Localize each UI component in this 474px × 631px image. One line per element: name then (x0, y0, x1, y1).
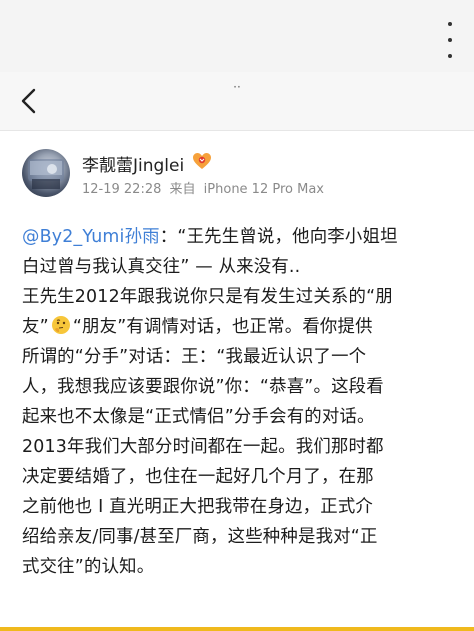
post-line: @By2_Yumi孙雨：“王先生曾说，他向李小姐坦 (22, 222, 458, 252)
more-options-icon[interactable] (442, 22, 458, 58)
post-device: iPhone 12 Pro Max (203, 182, 324, 197)
post-line: 人，我想我应该要跟你说”你：“恭喜”。这段看 (22, 377, 384, 397)
thinking-face-emoji (51, 315, 71, 335)
post-line-text: 友” (22, 317, 49, 337)
more-dot (448, 54, 452, 58)
accent-bar (0, 627, 474, 631)
post-line: 白过曾与我认真交往” — 从来没有.. (22, 257, 301, 277)
post-line: 友” “朋友”有调情对话，也正常。看你提供 (22, 312, 458, 342)
post-line: 决定要结婚了，也住在一起好几个月了，在那 (22, 467, 374, 487)
status-strip (0, 0, 474, 72)
post-line-text: ：“王先生曾说，他向李小姐坦 (159, 227, 398, 247)
more-dot (448, 38, 452, 42)
post-line: 式交往”的认知。 (22, 557, 155, 577)
post-line: 绍给亲友/同事/甚至厂商，这些种种是我对“正 (22, 527, 378, 547)
post-line-text: “朋友”有调情对话，也正常。看你提供 (72, 317, 373, 337)
user-mention-link[interactable]: @By2_Yumi孙雨 (22, 227, 160, 247)
vip-badge-icon (192, 152, 212, 170)
post-source-prefix: 来自 (169, 182, 196, 197)
post-body: @By2_Yumi孙雨：“王先生曾说，他向李小姐坦 白过曾与我认真交往” — 从… (22, 222, 458, 582)
nav-title: ·· (233, 80, 241, 94)
post-meta: 12-19 22:28 来自 iPhone 12 Pro Max (82, 178, 328, 197)
post-line: 王先生2012年跟我说你只是有发生过关系的“朋 (22, 287, 393, 307)
post-time: 12-19 22:28 (82, 182, 162, 197)
avatar[interactable] (22, 149, 70, 197)
post-card: 李靓蕾Jinglei 12-19 22:28 来自 iPhone 12 Pro … (0, 131, 474, 631)
username[interactable]: 李靓蕾Jinglei (82, 151, 184, 176)
nav-bar: ·· (0, 72, 474, 131)
post-line: 所谓的“分手”对话：王：“我最近认识了一个 (22, 347, 367, 367)
post-line: 之前他也 I 直光明正大把我带在身边，正式介 (22, 497, 374, 517)
post-line: 2013年我们大部分时间都在一起。我们那时都 (22, 437, 384, 457)
post-line: 起来也不太像是“正式情侣”分手会有的对话。 (22, 407, 375, 427)
more-dot (448, 22, 452, 26)
